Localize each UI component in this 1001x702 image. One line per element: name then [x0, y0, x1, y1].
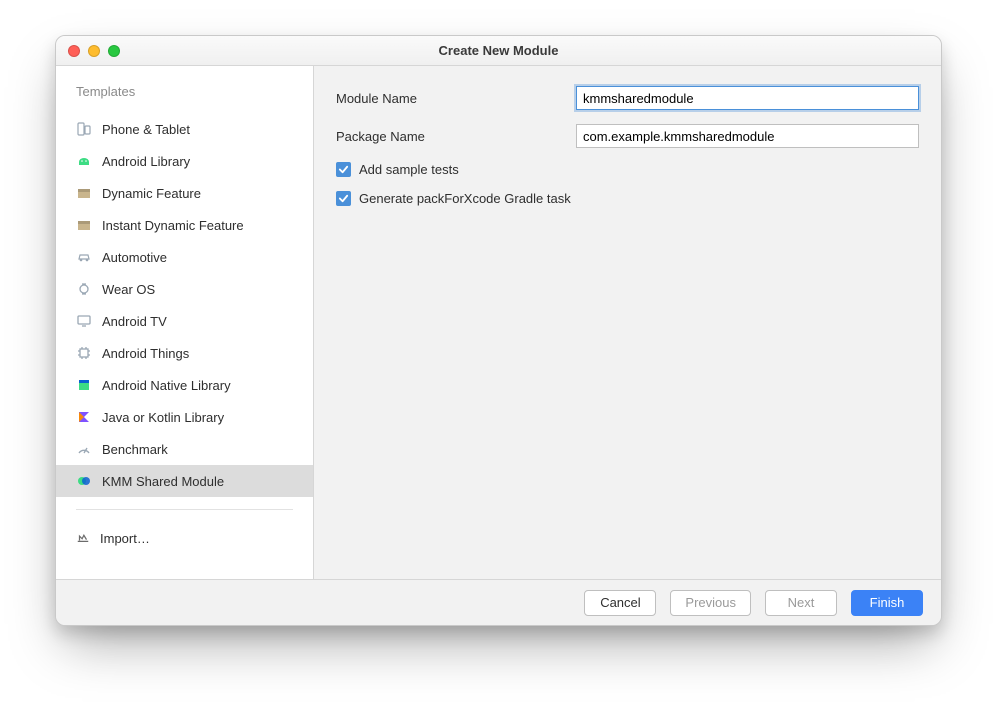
- template-item-android-native-library[interactable]: Android Native Library: [56, 369, 313, 401]
- next-button[interactable]: Next: [765, 590, 837, 616]
- template-item-automotive[interactable]: Automotive: [56, 241, 313, 273]
- sidebar-header: Templates: [56, 66, 313, 109]
- main-panel: Module Name Package Name Add sample test…: [314, 66, 941, 579]
- close-icon[interactable]: [68, 45, 80, 57]
- gen-pack-checkbox[interactable]: [336, 191, 351, 206]
- module-name-input[interactable]: [576, 86, 919, 110]
- template-item-label: Android TV: [102, 314, 167, 329]
- template-item-java-or-kotlin-library[interactable]: Java or Kotlin Library: [56, 401, 313, 433]
- templates-sidebar: Templates Phone & Tablet Android Library D…: [56, 66, 314, 579]
- module-name-label: Module Name: [336, 91, 566, 106]
- template-item-label: Android Things: [102, 346, 189, 361]
- template-item-android-tv[interactable]: Android TV: [56, 305, 313, 337]
- template-item-label: KMM Shared Module: [102, 474, 224, 489]
- template-item-dynamic-feature[interactable]: Dynamic Feature: [56, 177, 313, 209]
- template-item-label: Android Native Library: [102, 378, 231, 393]
- template-list: Phone & Tablet Android Library Dynamic Fea…: [56, 109, 313, 497]
- import-icon: [76, 530, 90, 547]
- window-controls: [68, 45, 120, 57]
- template-item-kmm-shared-module[interactable]: KMM Shared Module: [56, 465, 313, 497]
- template-item-label: Automotive: [102, 250, 167, 265]
- native-icon: [76, 377, 92, 393]
- import-action[interactable]: Import…: [56, 522, 313, 554]
- box-icon: [76, 185, 92, 201]
- box-icon: [76, 217, 92, 233]
- tv-icon: [76, 313, 92, 329]
- template-item-label: Java or Kotlin Library: [102, 410, 224, 425]
- add-tests-checkbox[interactable]: [336, 162, 351, 177]
- android-icon: [76, 153, 92, 169]
- template-item-benchmark[interactable]: Benchmark: [56, 433, 313, 465]
- template-item-label: Instant Dynamic Feature: [102, 218, 244, 233]
- dialog-title: Create New Module: [56, 43, 941, 58]
- template-item-label: Dynamic Feature: [102, 186, 201, 201]
- template-item-label: Phone & Tablet: [102, 122, 190, 137]
- template-item-android-things[interactable]: Android Things: [56, 337, 313, 369]
- create-module-dialog: Create New Module Templates Phone & Tabl…: [55, 35, 942, 626]
- kotlin-icon: [76, 409, 92, 425]
- template-item-instant-dynamic-feature[interactable]: Instant Dynamic Feature: [56, 209, 313, 241]
- car-icon: [76, 249, 92, 265]
- template-item-label: Wear OS: [102, 282, 155, 297]
- gen-pack-row[interactable]: Generate packForXcode Gradle task: [336, 191, 919, 206]
- zoom-icon[interactable]: [108, 45, 120, 57]
- gen-pack-label: Generate packForXcode Gradle task: [359, 191, 571, 206]
- template-item-phone-tablet[interactable]: Phone & Tablet: [56, 113, 313, 145]
- template-item-android-library[interactable]: Android Library: [56, 145, 313, 177]
- template-item-label: Android Library: [102, 154, 190, 169]
- watch-icon: [76, 281, 92, 297]
- add-tests-label: Add sample tests: [359, 162, 459, 177]
- package-name-label: Package Name: [336, 129, 566, 144]
- add-tests-row[interactable]: Add sample tests: [336, 162, 919, 177]
- minimize-icon[interactable]: [88, 45, 100, 57]
- kmm-icon: [76, 473, 92, 489]
- package-name-input[interactable]: [576, 124, 919, 148]
- phone-tablet-icon: [76, 121, 92, 137]
- chip-icon: [76, 345, 92, 361]
- module-form: Module Name Package Name Add sample test…: [314, 66, 941, 226]
- finish-button[interactable]: Finish: [851, 590, 923, 616]
- sidebar-divider: [76, 509, 293, 510]
- dialog-footer: Cancel Previous Next Finish: [56, 579, 941, 625]
- template-item-label: Benchmark: [102, 442, 168, 457]
- template-item-wear-os[interactable]: Wear OS: [56, 273, 313, 305]
- titlebar: Create New Module: [56, 36, 941, 66]
- gauge-icon: [76, 441, 92, 457]
- import-label: Import…: [100, 531, 150, 546]
- cancel-button[interactable]: Cancel: [584, 590, 656, 616]
- previous-button[interactable]: Previous: [670, 590, 751, 616]
